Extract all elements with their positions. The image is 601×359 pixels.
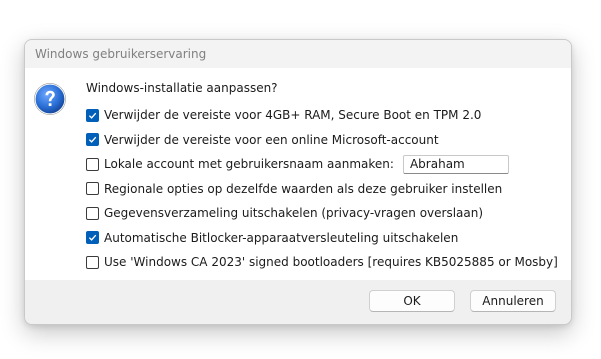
- ok-button[interactable]: OK: [369, 290, 455, 312]
- question-mark-icon: [34, 83, 66, 115]
- option-local-account[interactable]: Lokale account met gebruikersnaam aanmak…: [86, 152, 556, 177]
- option-label: Regionale opties op dezelfde waarden als…: [104, 181, 503, 196]
- option-label: Lokale account met gebruikersnaam aanmak…: [104, 157, 394, 172]
- options-list: Verwijder de vereiste voor 4GB+ RAM, Sec…: [86, 103, 558, 275]
- checkbox[interactable]: [86, 108, 99, 122]
- option-label: Verwijder de vereiste voor 4GB+ RAM, Sec…: [104, 108, 482, 123]
- option-regional-settings[interactable]: Regionale opties op dezelfde waarden als…: [86, 177, 556, 202]
- option-disable-data-collection[interactable]: Gegevensverzameling uitschakelen (privac…: [86, 201, 556, 226]
- option-ca2023-bootloaders[interactable]: Use 'Windows CA 2023' signed bootloaders…: [86, 250, 558, 275]
- question-text: Windows-installatie aanpassen?: [86, 81, 278, 95]
- option-label: Verwijder de vereiste voor een online Mi…: [104, 132, 439, 147]
- checkbox[interactable]: [86, 182, 99, 196]
- option-label: Gegevensverzameling uitschakelen (privac…: [104, 206, 484, 221]
- option-remove-hw-requirements[interactable]: Verwijder de vereiste voor 4GB+ RAM, Sec…: [86, 103, 556, 128]
- checkbox[interactable]: [86, 255, 99, 269]
- option-label: Use 'Windows CA 2023' signed bootloaders…: [104, 255, 558, 270]
- checkbox[interactable]: [86, 231, 99, 245]
- button-bar: OK Annuleren: [25, 280, 571, 324]
- cancel-button[interactable]: Annuleren: [470, 290, 556, 312]
- checkbox[interactable]: [86, 133, 99, 147]
- title-bar[interactable]: Windows gebruikerservaring: [25, 40, 571, 68]
- checkbox[interactable]: [86, 157, 99, 171]
- dialog-body: Windows-installatie aanpassen? Verwijder…: [25, 68, 571, 280]
- username-input[interactable]: [402, 154, 509, 174]
- option-label: Automatische Bitlocker-apparaatversleute…: [104, 230, 459, 245]
- dialog-window: Windows gebruikerservaring Windows-insta…: [24, 39, 572, 325]
- checkbox[interactable]: [86, 206, 99, 220]
- window-title: Windows gebruikerservaring: [35, 47, 207, 61]
- option-disable-bitlocker[interactable]: Automatische Bitlocker-apparaatversleute…: [86, 226, 556, 251]
- option-remove-online-account[interactable]: Verwijder de vereiste voor een online Mi…: [86, 128, 556, 153]
